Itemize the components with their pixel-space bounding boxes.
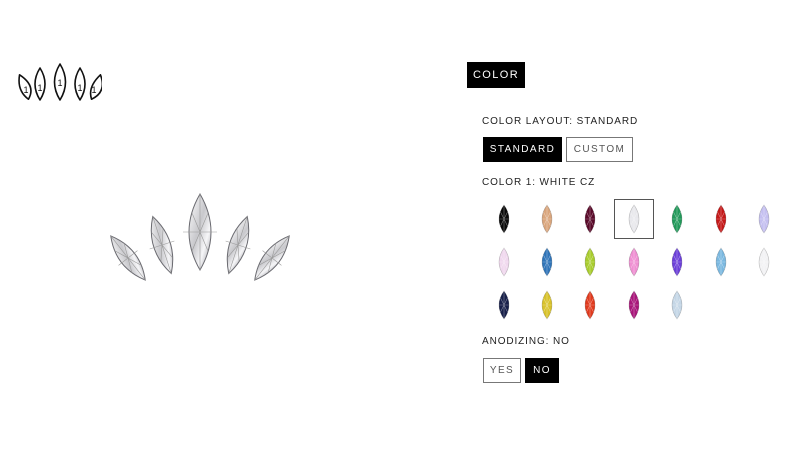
marquise-gem-icon [627,290,641,320]
color-swatch[interactable] [570,285,610,325]
marquise-gem-icon [540,204,554,234]
marquise-gem-icon [670,247,684,277]
color-swatch[interactable] [484,242,524,282]
color-swatch[interactable] [744,199,784,239]
color-swatch[interactable] [701,242,741,282]
color-swatch[interactable] [570,242,610,282]
color-swatch[interactable] [614,199,654,239]
tab-color[interactable]: COLOR [467,62,525,88]
color-swatch[interactable] [657,242,697,282]
color-swatch[interactable] [701,199,741,239]
color-layout-label: COLOR LAYOUT: STANDARD [482,116,639,127]
color-swatch[interactable] [484,285,524,325]
marquise-gem-icon [497,247,511,277]
marquise-gem-icon [583,247,597,277]
marquise-gem-icon [540,290,554,320]
marquise-gem-icon [583,290,597,320]
marquise-gem-icon [540,247,554,277]
color-swatch[interactable] [744,242,784,282]
marquise-gem-icon [757,247,771,277]
color-swatch[interactable] [527,285,567,325]
marquise-gem-icon [714,204,728,234]
anodizing-no-button[interactable]: NO [525,358,559,383]
marquise-gem-icon [627,204,641,234]
svg-text:1: 1 [91,85,96,95]
svg-text:1: 1 [23,85,28,95]
marquise-gem-icon [627,247,641,277]
anodizing-label: ANODIZING: NO [482,336,570,347]
color-swatch[interactable] [614,242,654,282]
svg-text:1: 1 [77,83,82,93]
anodizing-yes-button[interactable]: YES [483,358,521,383]
brand-logo-icon: 1 1 1 1 1 [18,63,102,101]
color-swatch[interactable] [614,285,654,325]
marquise-gem-icon [714,247,728,277]
color-swatch[interactable] [527,242,567,282]
color-swatch[interactable] [570,199,610,239]
product-image [110,193,290,281]
custom-layout-button[interactable]: CUSTOM [566,137,633,162]
color-1-label: COLOR 1: WHITE CZ [482,177,596,188]
marquise-gem-icon [583,204,597,234]
svg-text:1: 1 [57,78,62,88]
marquise-gem-icon [670,290,684,320]
standard-layout-button[interactable]: STANDARD [483,137,562,162]
marquise-gem-icon [497,290,511,320]
marquise-gem-icon [670,204,684,234]
color-swatch[interactable] [484,199,524,239]
color-swatch[interactable] [527,199,567,239]
color-swatch[interactable] [657,199,697,239]
marquise-gem-icon [757,204,771,234]
svg-text:1: 1 [37,83,42,93]
marquise-gem-icon [497,204,511,234]
color-swatch[interactable] [657,285,697,325]
